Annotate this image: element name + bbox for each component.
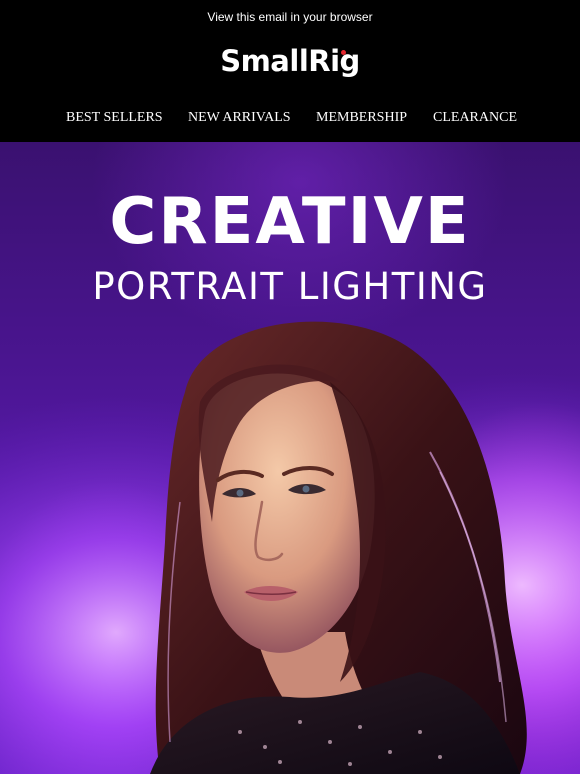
nav-item-clearance[interactable]: CLEARANCE	[433, 110, 517, 126]
nav-item-new-arrivals[interactable]: NEW ARRIVALS	[188, 110, 291, 126]
hero-portrait-image	[0, 302, 580, 774]
logo-text: SmallRig	[220, 44, 360, 78]
logo-wordmark: SmallRig	[220, 44, 360, 78]
logo-accent-dot	[340, 50, 346, 55]
nav-item-membership[interactable]: MEMBERSHIP	[316, 110, 407, 126]
hero-banner[interactable]: CREATIVE PORTRAIT LIGHTING	[0, 142, 580, 774]
view-in-browser-link[interactable]: View this email in your browser	[0, 10, 580, 24]
brand-logo[interactable]: SmallRig	[0, 44, 580, 78]
email-header: View this email in your browser SmallRig…	[0, 0, 580, 142]
hero-subheadline: PORTRAIT LIGHTING	[92, 265, 488, 308]
email-container: View this email in your browser SmallRig…	[0, 0, 580, 774]
nav-item-best-sellers[interactable]: BEST SELLERS	[66, 110, 163, 126]
hero-headline: CREATIVE	[109, 185, 471, 259]
